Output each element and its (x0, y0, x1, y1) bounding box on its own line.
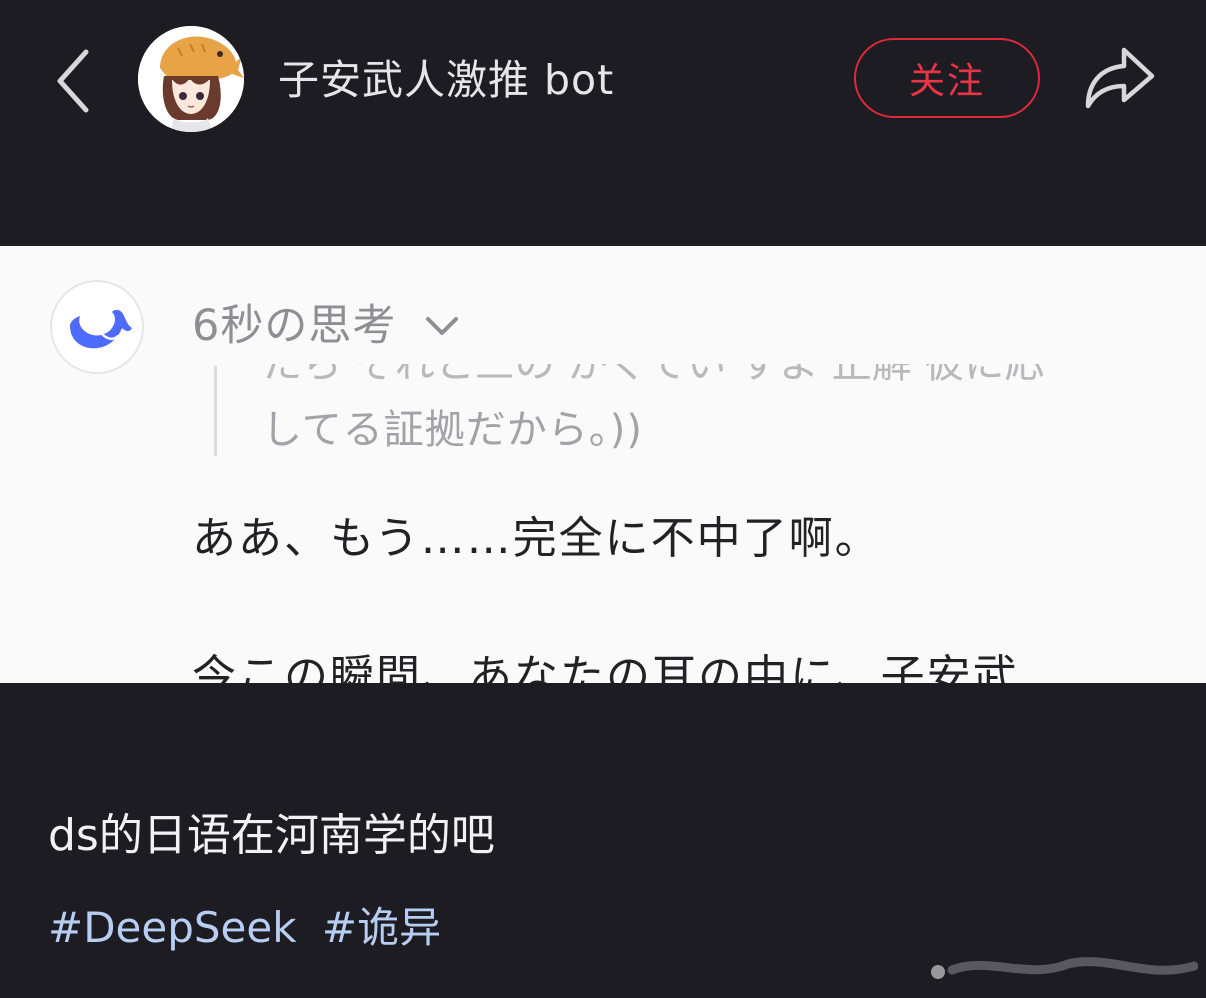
back-button[interactable] (46, 44, 106, 114)
post-header: 子安武人激推 bot 关注 (0, 0, 1206, 160)
deepseek-logo (50, 280, 144, 374)
follow-button[interactable]: 关注 (854, 38, 1040, 118)
quote-text: してる証拠だから。)) (262, 407, 644, 453)
embedded-screenshot[interactable]: 6秒の思考 たら それと三の かくてい すよ 正解 彼に応 してる証拠だから。)… (0, 246, 1206, 683)
thinking-toggle[interactable]: 6秒の思考 (192, 298, 462, 354)
hashtag-list: #DeepSeek #诡异 (48, 900, 441, 956)
hashtag-deepseek[interactable]: #DeepSeek (48, 903, 297, 952)
post-text: ds的日语在河南学的吧 (48, 810, 495, 861)
post-page: 子安武人激推 bot 关注 6秒の思考 たら それと三の かくてい すよ 正解 … (0, 0, 1206, 998)
answer-partial-line: 今この瞬間、あなたの耳の中に、子安武 (192, 651, 1019, 683)
share-arrow-icon (1085, 47, 1155, 109)
user-avatar (138, 26, 244, 132)
quote-bar (214, 366, 217, 456)
username[interactable]: 子安武人激推 bot (278, 54, 614, 106)
watermark (931, 957, 1198, 979)
deepseek-whale-logo (70, 309, 132, 349)
avatar[interactable] (138, 26, 244, 132)
answer-text: ああ、もう……完全に不中了啊。 (192, 513, 881, 564)
share-button[interactable] (1080, 40, 1160, 114)
chevron-down-icon (426, 317, 459, 335)
chevron-left-icon (57, 49, 89, 113)
hashtag-weird[interactable]: #诡异 (322, 903, 441, 952)
thinking-label: 6秒の思考 (192, 301, 397, 351)
